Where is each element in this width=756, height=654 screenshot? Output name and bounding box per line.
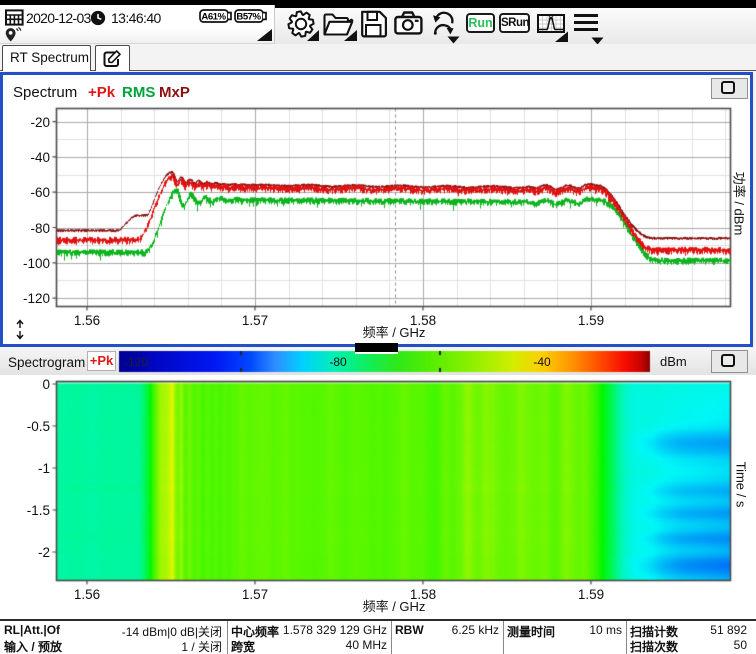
svg-text:A61%: A61% xyxy=(201,12,226,23)
svg-text:B57%: B57% xyxy=(236,12,261,23)
